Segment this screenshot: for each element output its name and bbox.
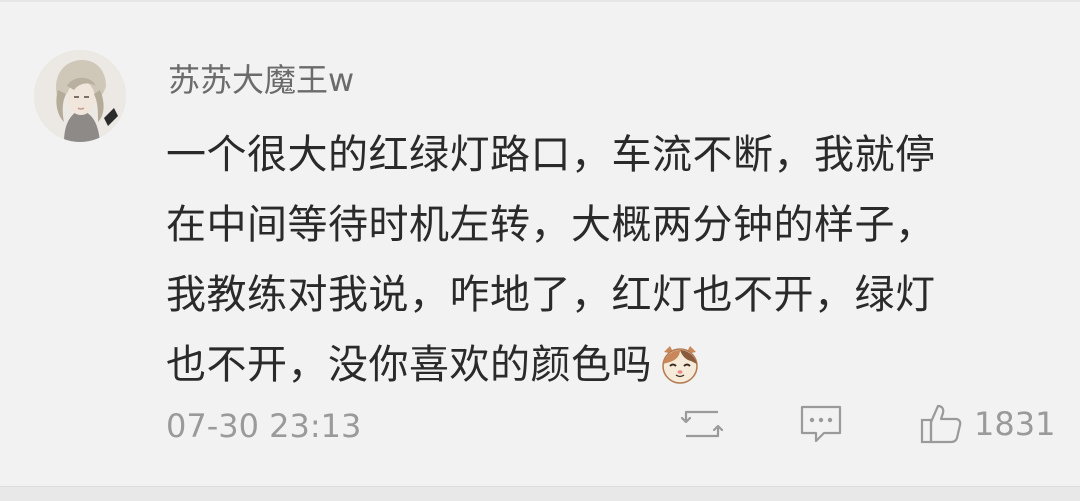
repost-button[interactable]	[678, 400, 726, 448]
comment-line: 也不开，没你喜欢的颜色吗	[166, 342, 652, 388]
comment-line-last: 也不开，没你喜欢的颜色吗	[166, 330, 1036, 400]
repost-icon	[680, 410, 724, 438]
comment-line: 我教练对我说，咋地了，红灯也不开，绿灯	[166, 272, 936, 318]
timestamp: 07-30 23:13	[166, 407, 362, 445]
username[interactable]: 苏苏大魔王w	[168, 58, 354, 102]
cat-face-emoji	[658, 338, 702, 384]
like-button[interactable]: 1831	[918, 400, 1055, 448]
comment-line: 一个很大的红绿灯路口，车流不断，我就停	[166, 132, 936, 178]
comment-text: 一个很大的红绿灯路口，车流不断，我就停 在中间等待时机左转，大概两分钟的样子， …	[166, 120, 1036, 400]
avatar[interactable]	[34, 50, 126, 142]
like-count: 1831	[974, 405, 1056, 443]
comment-icon	[800, 405, 842, 443]
comment-line: 在中间等待时机左转，大概两分钟的样子，	[166, 202, 936, 248]
bottom-divider	[0, 486, 1080, 501]
thumbs-up-icon	[920, 404, 962, 444]
comment-card: 苏苏大魔王w 一个很大的红绿灯路口，车流不断，我就停 在中间等待时机左转，大概两…	[0, 0, 1080, 486]
comment-button[interactable]	[798, 400, 844, 448]
avatar-image	[34, 50, 126, 142]
